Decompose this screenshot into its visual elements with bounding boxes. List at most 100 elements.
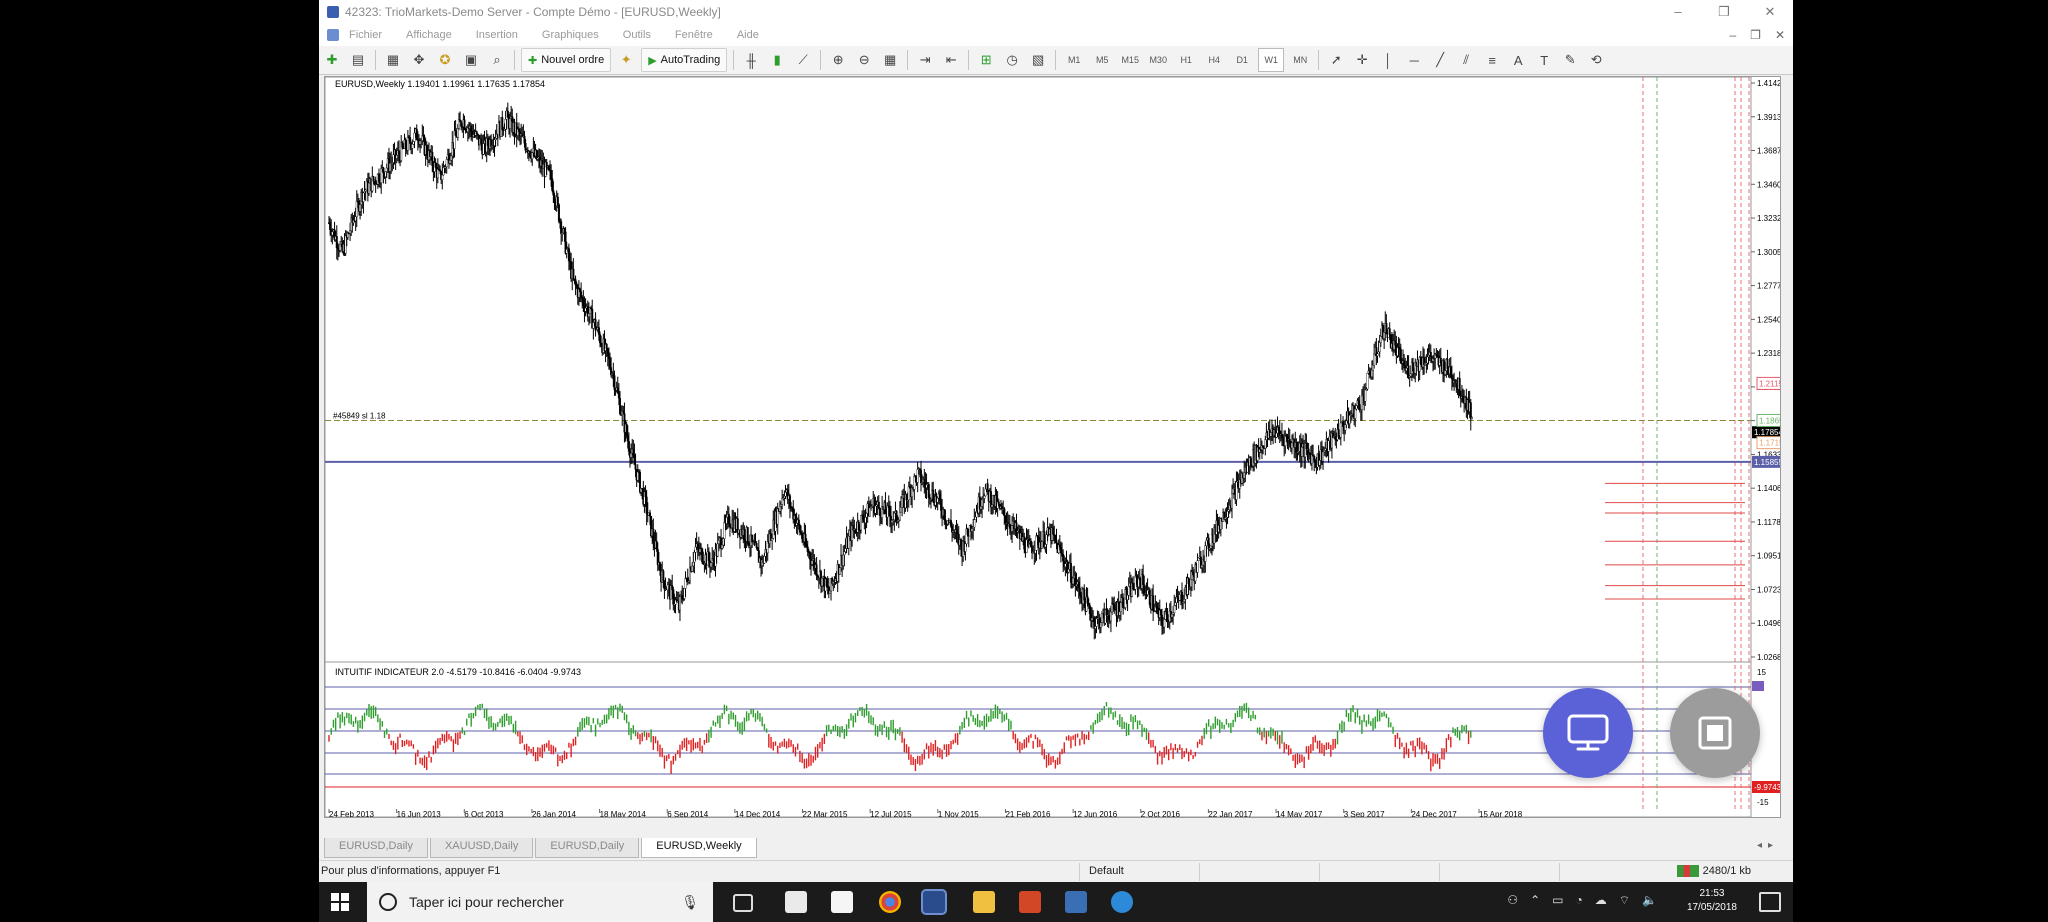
timeframe-mn[interactable]: MN — [1288, 49, 1312, 71]
timeframe-m5[interactable]: M5 — [1090, 49, 1114, 71]
templates-icon[interactable]: ▧ — [1027, 49, 1049, 71]
new-order-button[interactable]: ✚ Nouvel ordre — [521, 48, 612, 72]
zoom-in-icon[interactable]: ⊕ — [827, 49, 849, 71]
mail-icon[interactable] — [831, 891, 853, 913]
connection-status[interactable]: 2480/1 kb — [1676, 865, 1751, 877]
file-explorer-icon[interactable] — [973, 891, 995, 913]
chart-tab-eurusd-weekly[interactable]: EURUSD,Weekly — [641, 838, 757, 858]
chrome-icon[interactable] — [879, 891, 901, 913]
timeframe-m15[interactable]: M15 — [1118, 49, 1142, 71]
timeframe-w1[interactable]: W1 — [1258, 48, 1285, 72]
screen-cast-button[interactable] — [1543, 688, 1633, 778]
trendline-icon[interactable]: ╱ — [1429, 49, 1451, 71]
arrows-icon[interactable]: ✎ — [1559, 49, 1581, 71]
data-window-icon[interactable]: ✥ — [408, 49, 430, 71]
wifi-icon[interactable]: ⌔ — [1619, 893, 1630, 908]
vertical-line-icon[interactable]: │ — [1377, 49, 1399, 71]
price-tick-label: 1.39130 — [1757, 113, 1780, 122]
people-icon[interactable]: ⚇ — [1507, 893, 1518, 908]
tile-windows-icon[interactable]: ▦ — [879, 49, 901, 71]
candle-body — [1227, 509, 1230, 512]
file-icon[interactable] — [785, 891, 807, 913]
menu-fenetre[interactable]: Fenêtre — [675, 29, 713, 41]
text-label-icon[interactable]: T — [1533, 49, 1555, 71]
candlestick-icon[interactable]: ▮ — [766, 49, 788, 71]
candle-body — [439, 169, 442, 172]
chart-tab-eurusd-daily-2[interactable]: EURUSD,Daily — [535, 838, 640, 858]
network-icon[interactable]: ◔ — [1576, 893, 1583, 908]
menu-outils[interactable]: Outils — [623, 29, 651, 41]
chart-shift-icon[interactable]: ⇤ — [940, 49, 962, 71]
chart-tab-xauusd-daily[interactable]: XAUUSD,Daily — [429, 838, 534, 858]
candle-body — [1388, 328, 1391, 335]
periods-icon[interactable]: ◷ — [1001, 49, 1023, 71]
app-icon-blue[interactable] — [1065, 891, 1087, 913]
profiles-icon[interactable]: ▤ — [347, 49, 369, 71]
windows-start-icon[interactable] — [331, 893, 349, 911]
minimize-icon[interactable]: – — [1655, 0, 1701, 24]
volume-icon[interactable]: 🔈 — [1642, 893, 1657, 908]
restore-icon[interactable]: ❐ — [1701, 0, 1747, 24]
candle-body — [1052, 527, 1055, 535]
notification-icon[interactable] — [1759, 892, 1781, 912]
terminal-icon[interactable]: ▣ — [460, 49, 482, 71]
new-chart-icon[interactable]: ✚ — [321, 49, 343, 71]
autotrading-button[interactable]: ▶ AutoTrading — [641, 48, 728, 72]
bar-chart-icon[interactable]: ╫ — [740, 49, 762, 71]
equidistant-channel-icon[interactable]: ⫽ — [1455, 49, 1477, 71]
candle-body — [991, 504, 994, 508]
stop-recording-button[interactable] — [1670, 688, 1760, 778]
crosshair-icon[interactable]: ✛ — [1351, 49, 1373, 71]
menu-insertion[interactable]: Insertion — [476, 29, 518, 41]
candle-body — [397, 150, 400, 156]
mdi-minimize-icon[interactable]: – — [1729, 24, 1736, 46]
expert-icon[interactable]: ✦ — [615, 49, 637, 71]
candle-body — [609, 358, 612, 368]
candle-body — [1419, 357, 1422, 365]
powerpoint-icon[interactable] — [1019, 891, 1041, 913]
autoscroll-icon[interactable]: ⇥ — [914, 49, 936, 71]
horizontal-line-icon[interactable]: ─ — [1403, 49, 1425, 71]
shapes-icon[interactable]: ⟲ — [1585, 49, 1607, 71]
line-chart-icon[interactable]: ⟋ — [792, 49, 814, 71]
zoom-out-icon[interactable]: ⊖ — [853, 49, 875, 71]
menu-aide[interactable]: Aide — [737, 29, 759, 41]
candle-body — [1058, 544, 1061, 548]
tab-scroll-arrows-icon[interactable]: ◂▸ — [1757, 840, 1779, 851]
mdi-close-icon[interactable]: ✕ — [1775, 24, 1785, 46]
tester-icon[interactable]: ⌕ — [486, 49, 508, 71]
indicators-icon[interactable]: ⊞ — [975, 49, 997, 71]
timeframe-m30[interactable]: M30 — [1146, 49, 1170, 71]
chevron-up-icon[interactable]: ⌃ — [1530, 893, 1540, 908]
text-icon[interactable]: A — [1507, 49, 1529, 71]
timeframe-h1[interactable]: H1 — [1174, 49, 1198, 71]
candle-body — [1055, 540, 1058, 544]
navigator-icon[interactable]: ✪ — [434, 49, 456, 71]
close-icon[interactable]: ✕ — [1747, 0, 1793, 24]
onedrive-icon[interactable]: ☁ — [1595, 893, 1607, 908]
chart-tab-eurusd-daily[interactable]: EURUSD,Daily — [324, 838, 428, 858]
cursor-icon[interactable]: ➚ — [1325, 49, 1347, 71]
timeframe-h4[interactable]: H4 — [1202, 49, 1226, 71]
candle-body — [981, 499, 984, 507]
candle-body — [1360, 395, 1363, 410]
menu-graphiques[interactable]: Graphiques — [542, 29, 599, 41]
task-view-icon[interactable] — [733, 894, 753, 912]
metatrader-icon[interactable] — [921, 889, 947, 915]
candle-body — [751, 534, 754, 543]
microphone-icon[interactable]: 🎙 — [681, 894, 699, 911]
mdi-restore-icon[interactable]: ❐ — [1750, 24, 1761, 46]
internet-icon[interactable] — [1111, 891, 1133, 913]
candle-body — [865, 513, 868, 518]
menu-fichier[interactable]: Fichier — [349, 29, 382, 41]
timeframe-d1[interactable]: D1 — [1230, 49, 1254, 71]
fibonacci-icon[interactable]: ≡ — [1481, 49, 1503, 71]
market-watch-icon[interactable]: ▦ — [382, 49, 404, 71]
menu-affichage[interactable]: Affichage — [406, 29, 452, 41]
taskbar-clock[interactable]: 21:53 17/05/2018 — [1687, 887, 1737, 915]
order-tag-label: 1.18650 — [1759, 416, 1780, 425]
taskbar-search-box[interactable]: Taper ici pour rechercher 🎙 — [367, 882, 713, 922]
battery-icon[interactable]: ▭ — [1552, 893, 1563, 908]
timeframe-m1[interactable]: M1 — [1062, 49, 1086, 71]
candle-body — [547, 166, 550, 171]
